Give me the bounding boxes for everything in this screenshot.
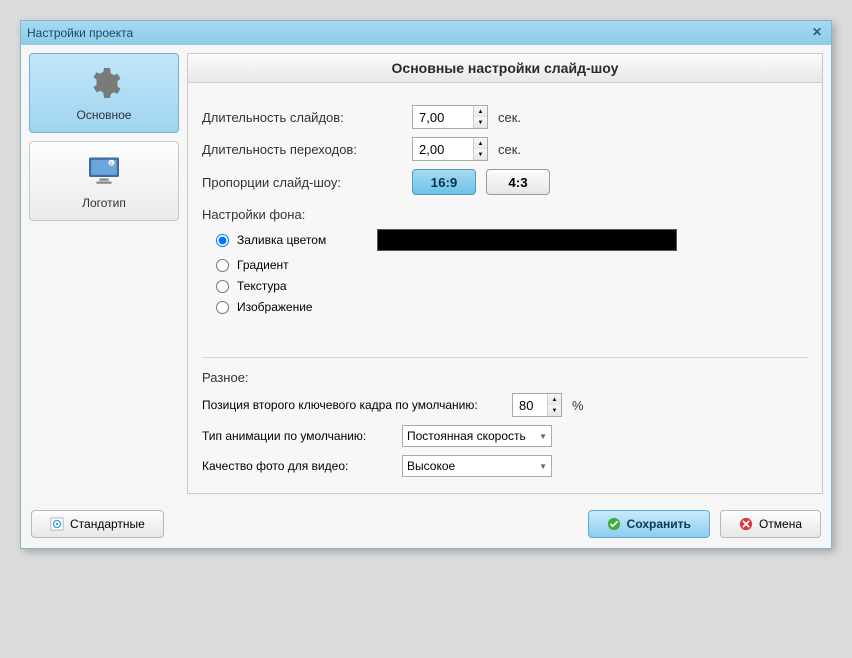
gear-icon (86, 65, 122, 104)
spinner-down-icon[interactable]: ▼ (548, 405, 561, 416)
cancel-button[interactable]: Отмена (720, 510, 821, 538)
transition-duration-label: Длительность переходов: (202, 142, 412, 157)
footer: Стандартные Сохранить Отмена (21, 502, 831, 548)
bg-texture-label: Текстура (237, 279, 287, 293)
bg-image-radio[interactable] (216, 301, 229, 314)
chevron-down-icon: ▼ (539, 462, 547, 471)
aspect-ratio-label: Пропорции слайд-шоу: (202, 175, 412, 190)
anim-type-value: Постоянная скорость (407, 429, 526, 443)
sidebar-item-logo[interactable]: © Логотип (29, 141, 179, 221)
cancel-label: Отмена (759, 517, 802, 531)
ratio-16-9-button[interactable]: 16:9 (412, 169, 476, 195)
main-panel: Основные настройки слайд-шоу Длительност… (187, 53, 823, 494)
anim-type-label: Тип анимации по умолчанию: (202, 429, 402, 443)
background-section-label: Настройки фона: (202, 207, 808, 222)
monitor-icon: © (86, 153, 122, 192)
anim-type-select[interactable]: Постоянная скорость ▼ (402, 425, 552, 447)
spinner-down-icon[interactable]: ▼ (474, 117, 487, 128)
bg-color-label: Заливка цветом (237, 233, 377, 247)
bg-texture-radio[interactable] (216, 280, 229, 293)
sidebar-item-label: Логотип (82, 196, 126, 210)
transition-duration-input[interactable] (413, 138, 473, 160)
save-label: Сохранить (627, 517, 691, 531)
spinner-down-icon[interactable]: ▼ (474, 149, 487, 160)
keyframe-spinner[interactable]: ▲▼ (512, 393, 562, 417)
photo-quality-value: Высокое (407, 459, 455, 473)
photo-quality-label: Качество фото для видео: (202, 459, 402, 473)
keyframe-unit: % (572, 398, 584, 413)
spinner-up-icon[interactable]: ▲ (548, 394, 561, 405)
defaults-label: Стандартные (70, 517, 145, 531)
transition-duration-spinner[interactable]: ▲▼ (412, 137, 488, 161)
slide-duration-spinner[interactable]: ▲▼ (412, 105, 488, 129)
bg-gradient-radio[interactable] (216, 259, 229, 272)
bg-color-swatch[interactable] (377, 229, 677, 251)
sidebar-item-label: Основное (77, 108, 132, 122)
keyframe-label: Позиция второго ключевого кадра по умолч… (202, 398, 512, 412)
photo-quality-select[interactable]: Высокое ▼ (402, 455, 552, 477)
bg-image-label: Изображение (237, 300, 313, 314)
spinner-up-icon[interactable]: ▲ (474, 106, 487, 117)
slide-duration-input[interactable] (413, 106, 473, 128)
close-icon[interactable]: ✕ (809, 25, 825, 41)
keyframe-input[interactable] (513, 394, 547, 416)
window: Настройки проекта ✕ Основное © Логотип О… (20, 20, 832, 549)
ratio-4-3-button[interactable]: 4:3 (486, 169, 550, 195)
spinner-up-icon[interactable]: ▲ (474, 138, 487, 149)
window-title: Настройки проекта (27, 26, 133, 40)
bg-color-radio[interactable] (216, 234, 229, 247)
save-button[interactable]: Сохранить (588, 510, 710, 538)
slide-duration-label: Длительность слайдов: (202, 110, 412, 125)
misc-section-label: Разное: (202, 370, 808, 385)
sidebar: Основное © Логотип (29, 53, 179, 494)
sidebar-item-main[interactable]: Основное (29, 53, 179, 133)
divider (202, 357, 808, 358)
slide-duration-unit: сек. (498, 110, 521, 125)
bg-gradient-label: Градиент (237, 258, 289, 272)
titlebar: Настройки проекта ✕ (21, 21, 831, 45)
panel-title: Основные настройки слайд-шоу (188, 54, 822, 83)
transition-duration-unit: сек. (498, 142, 521, 157)
defaults-button[interactable]: Стандартные (31, 510, 164, 538)
chevron-down-icon: ▼ (539, 432, 547, 441)
